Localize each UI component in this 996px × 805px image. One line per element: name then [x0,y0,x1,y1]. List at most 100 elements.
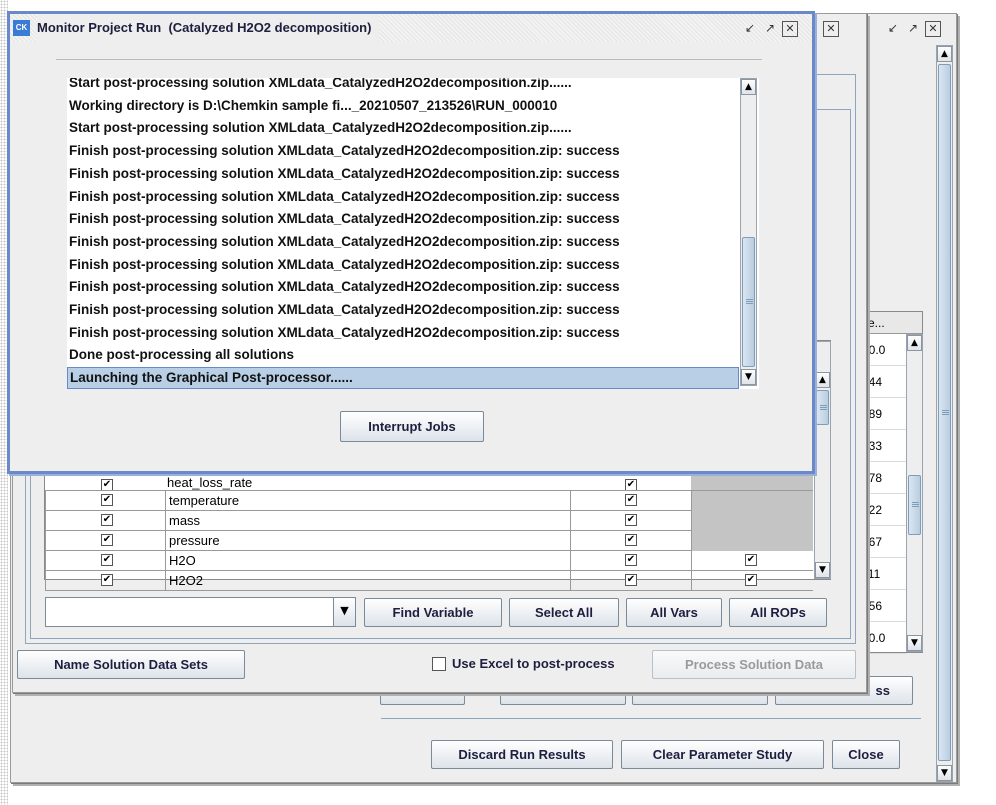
row-rop-cell-disabled [691,471,813,490]
restore-icon[interactable]: ↙ [885,21,901,37]
scroll-thumb[interactable] [938,64,951,761]
row-checkbox[interactable]: ✔ [101,514,113,526]
scroll-thumb[interactable] [742,237,755,367]
scroll-down-icon[interactable]: ▼ [907,635,922,651]
col-divider [165,491,166,511]
log-line[interactable]: Finish post-processing solution XMLdata_… [67,299,739,321]
scroll-up-icon[interactable]: ▲ [937,46,952,62]
col-divider [165,551,166,571]
restore-icon[interactable]: ↙ [742,21,758,37]
monitor-project-run-dialog: CK Monitor Project Run (Catalyzed H2O2 d… [7,11,815,474]
col-divider [570,571,571,591]
log-line[interactable]: Working directory is D:\Chemkin sample f… [67,95,739,117]
table-row[interactable]: ✔ temperature ✔ [45,491,813,511]
log-line[interactable]: Finish post-processing solution XMLdata_… [67,140,739,162]
close-button[interactable]: Close [832,740,900,769]
scroll-thumb[interactable] [816,390,829,425]
row-output-checkbox[interactable]: ✔ [625,574,637,586]
row-output-checkbox[interactable]: ✔ [625,479,637,490]
clear-parameter-study-button[interactable]: Clear Parameter Study [621,740,824,769]
row-label: mass [169,513,201,528]
scroll-up-icon[interactable]: ▲ [741,79,756,95]
back-value-scrollbar[interactable]: ▲ ▼ [906,334,923,652]
back-divider [381,718,921,719]
log-line[interactable]: Finish post-processing solution XMLdata_… [67,186,739,208]
back-value-header: se... [860,312,922,334]
row-output-checkbox[interactable]: ✔ [625,494,637,506]
parameter-study-window-controls: ↙ ↗ ✕ [885,18,941,40]
col-divider [570,551,571,571]
maximize-icon[interactable]: ↗ [762,21,778,37]
table-row[interactable]: ✔ mass ✔ [45,511,813,531]
use-excel-checkbox[interactable]: Use Excel to post-process [432,656,615,671]
table-row[interactable]: ✔ H2O2 ✔ ✔ [45,571,813,591]
log-line[interactable]: Finish post-processing solution XMLdata_… [67,276,739,298]
row-checkbox[interactable]: ✔ [101,534,113,546]
log-line[interactable]: Finish post-processing solution XMLdata_… [67,231,739,253]
close-icon[interactable]: ✕ [925,21,941,37]
find-variable-button[interactable]: Find Variable [364,598,502,627]
scroll-down-icon[interactable]: ▼ [815,562,830,578]
discard-run-results-button[interactable]: Discard Run Results [431,740,613,769]
row-rop-cell-disabled [692,511,813,531]
all-vars-button[interactable]: All Vars [626,598,722,627]
col-divider [45,531,46,551]
row-label: H2O2 [169,573,203,588]
row-checkbox[interactable]: ✔ [101,574,113,586]
interrupt-jobs-button[interactable]: Interrupt Jobs [340,411,484,442]
main-vertical-scrollbar[interactable]: ▲ ▼ [936,45,953,782]
log-line[interactable]: Finish post-processing solution XMLdata_… [67,208,739,230]
row-rop-checkbox[interactable]: ✔ [745,574,757,586]
scroll-down-icon[interactable]: ▼ [741,369,756,385]
variable-search-combo[interactable]: ▼ [45,597,356,627]
row-checkbox[interactable]: ✔ [101,479,113,490]
col-divider [165,511,166,531]
log-line[interactable]: Start post-processing solution XMLdata_C… [67,117,739,139]
log-line[interactable]: Start post-processing solution XMLdata_C… [67,78,739,94]
process-solution-data-button[interactable]: Process Solution Data [652,650,856,679]
dialog-title-bar[interactable]: CK Monitor Project Run (Catalyzed H2O2 d… [10,14,812,42]
dialog-window-controls: ↙ ↗ ✕ [742,18,798,40]
close-icon[interactable]: ✕ [782,21,798,37]
scroll-down-icon[interactable]: ▼ [937,765,952,781]
table-row[interactable]: ✔ pressure ✔ [45,531,813,551]
row-rop-cell-disabled [692,491,813,511]
row-rop-cell-disabled [692,531,813,551]
use-excel-label: Use Excel to post-process [452,656,615,671]
row-label: temperature [169,493,240,508]
row-label: heat_loss_rate [167,475,253,490]
row-checkbox[interactable]: ✔ [101,494,113,506]
col-divider [45,571,46,591]
row-checkbox[interactable]: ✔ [101,554,113,566]
col-divider [570,511,571,531]
app-logo-icon: CK [13,20,30,36]
log-scrollbar[interactable]: ▲ ▼ [740,78,757,386]
col-divider [45,511,46,531]
log-line[interactable]: Finish post-processing solution XMLdata_… [67,322,739,344]
name-solution-data-sets-button[interactable]: Name Solution Data Sets [17,650,245,679]
row-output-checkbox[interactable]: ✔ [625,534,637,546]
all-rops-button[interactable]: All ROPs [729,598,827,627]
table-row[interactable]: heat_loss_rate ✔ ✔ [45,471,813,491]
checkbox-box[interactable] [432,656,446,671]
maximize-icon[interactable]: ↗ [905,21,921,37]
variable-table-scrollbar[interactable]: ▲ ▼ [814,341,831,579]
log-line[interactable]: Finish post-processing solution XMLdata_… [67,254,739,276]
row-output-checkbox[interactable]: ✔ [625,554,637,566]
row-rop-checkbox[interactable]: ✔ [745,554,757,566]
table-row[interactable]: ✔ H2O ✔ ✔ [45,551,813,571]
scroll-thumb[interactable] [908,475,921,535]
log-line[interactable]: Finish post-processing solution XMLdata_… [67,163,739,185]
col-divider [45,491,46,511]
row-output-checkbox[interactable]: ✔ [625,514,637,526]
select-all-button[interactable]: Select All [509,598,619,627]
log-line[interactable]: Done post-processing all solutions [67,344,739,366]
log-line[interactable]: Launching the Graphical Post-processor..… [67,367,739,389]
scroll-up-icon[interactable]: ▲ [907,335,922,351]
scroll-up-icon[interactable]: ▲ [815,372,830,388]
chevron-down-icon[interactable]: ▼ [333,598,355,626]
row-label: pressure [169,533,220,548]
col-divider [570,531,571,551]
col-divider [45,551,46,571]
close-icon[interactable]: ✕ [823,21,839,37]
